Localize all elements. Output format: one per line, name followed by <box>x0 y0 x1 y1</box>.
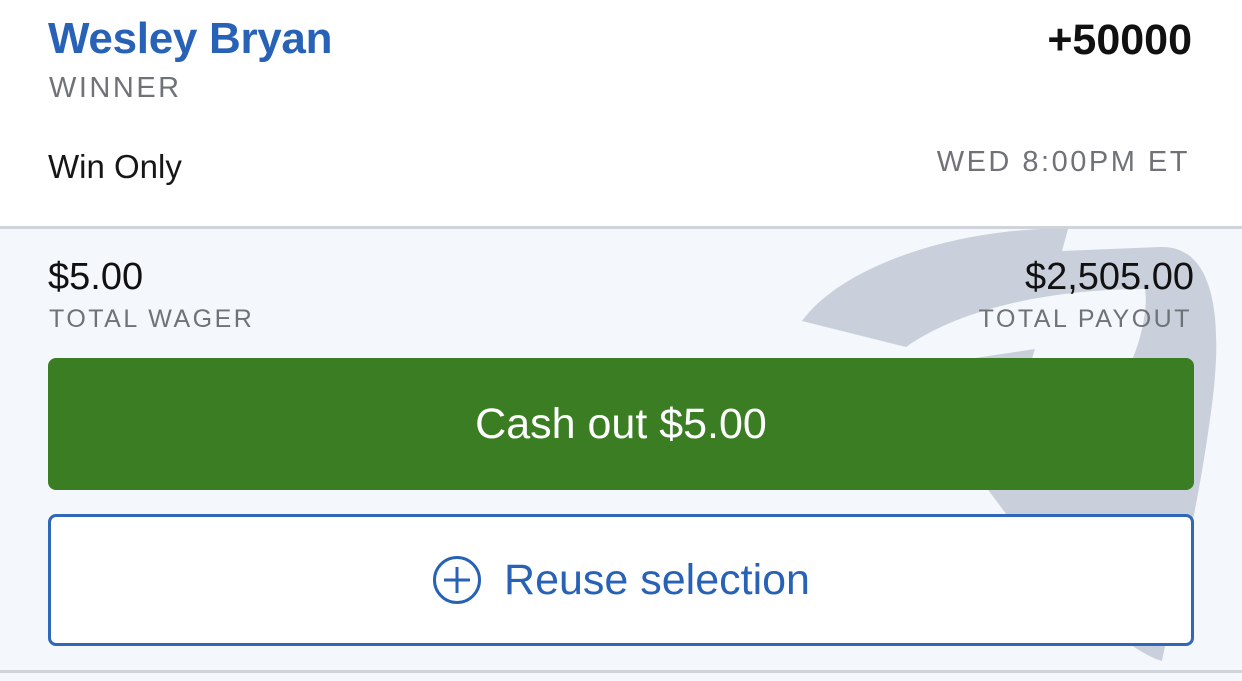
cash-out-button[interactable]: Cash out $5.00 <box>48 358 1194 490</box>
total-wager-amount: $5.00 <box>48 256 144 298</box>
footer-strip <box>0 673 1242 681</box>
total-payout-amount: $2,505.00 <box>1024 256 1194 298</box>
total-wager-label: TOTAL WAGER <box>49 305 255 333</box>
bet-summary-panel: $5.00 TOTAL WAGER $2,505.00 TOTAL PAYOUT… <box>0 229 1242 670</box>
odds-value: +50000 <box>1047 16 1192 64</box>
market-label: WINNER <box>49 72 182 104</box>
selection-header: Wesley Bryan +50000 WINNER Win Only WED … <box>0 0 1242 227</box>
event-time: WED 8:00PM ET <box>936 146 1190 178</box>
total-payout-label: TOTAL PAYOUT <box>978 305 1192 333</box>
plus-circle-icon <box>433 556 482 604</box>
bet-type-label: Win Only <box>48 148 182 185</box>
reuse-selection-label: Reuse selection <box>504 555 810 604</box>
reuse-selection-button[interactable]: Reuse selection <box>48 514 1194 646</box>
selection-name[interactable]: Wesley Bryan <box>48 14 332 64</box>
cash-out-label: Cash out $5.00 <box>475 399 767 448</box>
